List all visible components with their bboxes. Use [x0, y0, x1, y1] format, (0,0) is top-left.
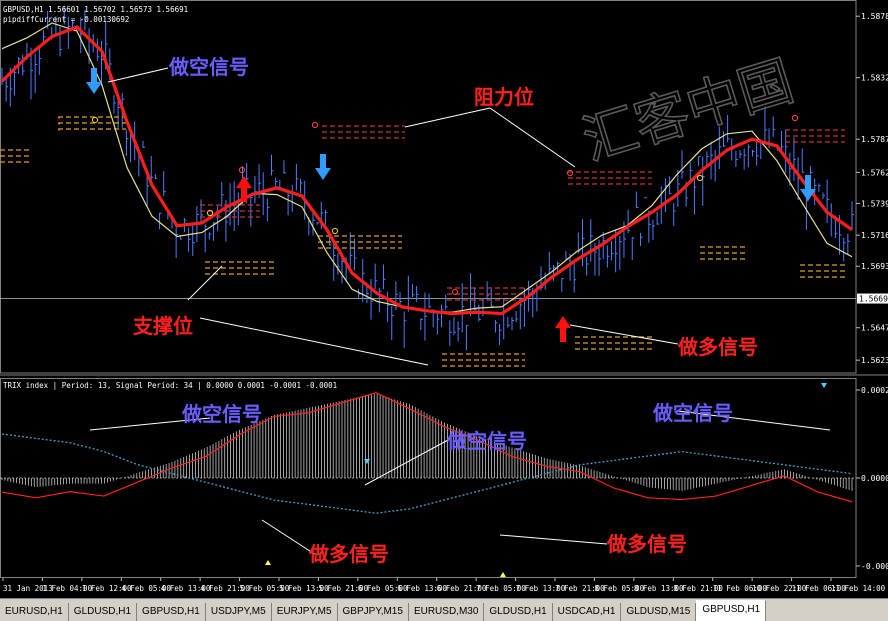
trix-header: TRIX index | Period: 13, Signal Period: …: [3, 381, 337, 390]
symbol-tab[interactable]: EURJPY,M5: [271, 603, 338, 621]
main-header-line2: pipdiffCurrent = -0.00130692: [3, 15, 129, 24]
symbol-tab[interactable]: EURUSD,H1: [0, 603, 69, 621]
price-tick-label: 1.57160: [861, 231, 888, 240]
price-tick-label: 1.57395: [861, 199, 888, 208]
price-tick-label: 1.58325: [861, 74, 888, 83]
trix-annotation-long-1: 做多信号: [308, 542, 389, 566]
trix-annotation-short-2: 做空信号: [446, 429, 527, 453]
current-price-label: 1.56691: [859, 295, 888, 304]
symbol-tab[interactable]: GBPUSD,H1: [696, 600, 767, 621]
symbol-tab[interactable]: USDJPY,M5: [205, 603, 272, 621]
symbol-tab[interactable]: GLDUSD,H1: [484, 603, 553, 621]
price-tick-label: 1.57625: [861, 168, 888, 177]
price-tick-label: 1.56235: [861, 356, 888, 365]
annotation-long-signal: 做多信号: [677, 335, 758, 359]
price-tick-label: 1.57870: [861, 135, 888, 144]
annotation-resistance: 阻力位: [474, 85, 534, 109]
trix-tick-label: 0.0002: [861, 386, 888, 395]
price-tick-label: 1.58780: [861, 12, 888, 21]
annotation-short-signal: 做空信号: [168, 55, 249, 79]
trading-chart: 汇客中国1.587801.583251.578701.576251.573951…: [0, 0, 888, 620]
trix-annotation-short-3: 做空信号: [652, 401, 733, 425]
trix-annotation-long-2: 做多信号: [606, 532, 687, 556]
symbol-tab[interactable]: GBPJPY,M15: [337, 603, 409, 621]
annotation-support: 支撑位: [133, 314, 193, 338]
price-tick-label: 1.56930: [861, 262, 888, 271]
trix-annotation-short-1: 做空信号: [181, 402, 262, 426]
chart-canvas: 汇客中国1.587801.583251.578701.576251.573951…: [0, 0, 888, 598]
trix-tick-label: -0.0002: [861, 562, 888, 571]
time-tick-label: 11 Feb 14:00: [831, 584, 886, 593]
main-header-line1: GBPUSD,H1 1.56601 1.56702 1.56573 1.5669…: [3, 5, 188, 14]
symbol-tabbar: EURUSD,H1 GLDUSD,H1 GBPUSD,H1 USDJPY,M5 EURJ…: [0, 598, 888, 621]
symbol-tab[interactable]: GLDUSD,M15: [621, 603, 697, 621]
price-tick-label: 1.56475: [861, 324, 888, 333]
trix-tick-label: 0.0000: [861, 474, 888, 483]
symbol-tab[interactable]: GBPUSD,H1: [137, 603, 206, 621]
symbol-tab[interactable]: USDCAD,H1: [552, 603, 622, 621]
symbol-tab[interactable]: EURUSD,M30: [408, 603, 485, 621]
symbol-tab[interactable]: GLDUSD,H1: [68, 603, 138, 621]
